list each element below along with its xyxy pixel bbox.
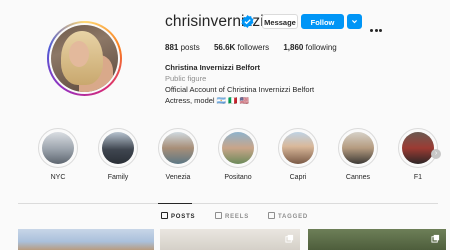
tab-posts[interactable]: POSTS [161, 212, 195, 220]
post-thumbnail[interactable] [308, 229, 446, 250]
tag-icon [268, 212, 275, 219]
active-tab-indicator [158, 203, 192, 204]
tab-reels[interactable]: REELS [215, 212, 249, 220]
post-thumbnail[interactable] [18, 229, 154, 250]
highlight-label: Capri [289, 174, 307, 181]
posts-stat: 881 posts [165, 43, 200, 52]
profile-stats: 881 posts 56.6K followers 1,860 followin… [165, 43, 349, 52]
highlight-nyc[interactable]: NYC [38, 128, 78, 181]
highlight-cover [342, 132, 374, 164]
highlight-cover [102, 132, 134, 164]
bio-line: Actress, model 🇦🇷 🇮🇹 🇺🇸 [165, 96, 249, 105]
highlight-label: F1 [413, 174, 423, 181]
full-name: Christina Invernizzi Belfort [165, 63, 261, 72]
highlight-label: Venezia [165, 174, 191, 181]
verified-badge-icon [241, 15, 254, 28]
carousel-icon [431, 234, 440, 243]
highlight-label: NYC [50, 174, 66, 181]
more-options-icon[interactable] [370, 19, 384, 37]
profile-avatar[interactable] [47, 21, 122, 96]
suggested-accounts-button[interactable] [347, 14, 362, 29]
highlight-cover [402, 132, 434, 164]
carousel-icon [285, 234, 294, 243]
chevron-right-icon[interactable]: › [431, 149, 441, 159]
chevron-down-icon [352, 20, 357, 24]
message-button[interactable]: Message [262, 14, 298, 29]
highlight-cover [162, 132, 194, 164]
highlight-cover [42, 132, 74, 164]
highlight-positano[interactable]: Positano [218, 128, 258, 181]
following-stat[interactable]: 1,860 following [283, 43, 336, 52]
tabs-divider [18, 203, 438, 204]
highlight-label: Positano [224, 174, 252, 181]
highlight-label: Cannes [345, 174, 371, 181]
avatar-photo [51, 25, 118, 92]
followers-stat[interactable]: 56.6K followers [214, 43, 269, 52]
highlight-family[interactable]: Family [98, 128, 138, 181]
grid-icon [161, 212, 168, 219]
highlight-label: Family [107, 174, 129, 181]
post-thumbnail[interactable] [160, 229, 300, 250]
tab-tagged[interactable]: TAGGED [268, 212, 308, 220]
follow-button[interactable]: Follow [301, 14, 344, 29]
highlight-cannes[interactable]: Cannes [338, 128, 378, 181]
reels-icon [215, 212, 222, 219]
highlight-venezia[interactable]: Venezia [158, 128, 198, 181]
category-label: Public figure [165, 74, 207, 83]
highlight-cover [282, 132, 314, 164]
bio-line: Official Account of Christina Invernizzi… [165, 85, 315, 94]
highlight-capri[interactable]: Capri [278, 128, 318, 181]
highlight-cover [222, 132, 254, 164]
